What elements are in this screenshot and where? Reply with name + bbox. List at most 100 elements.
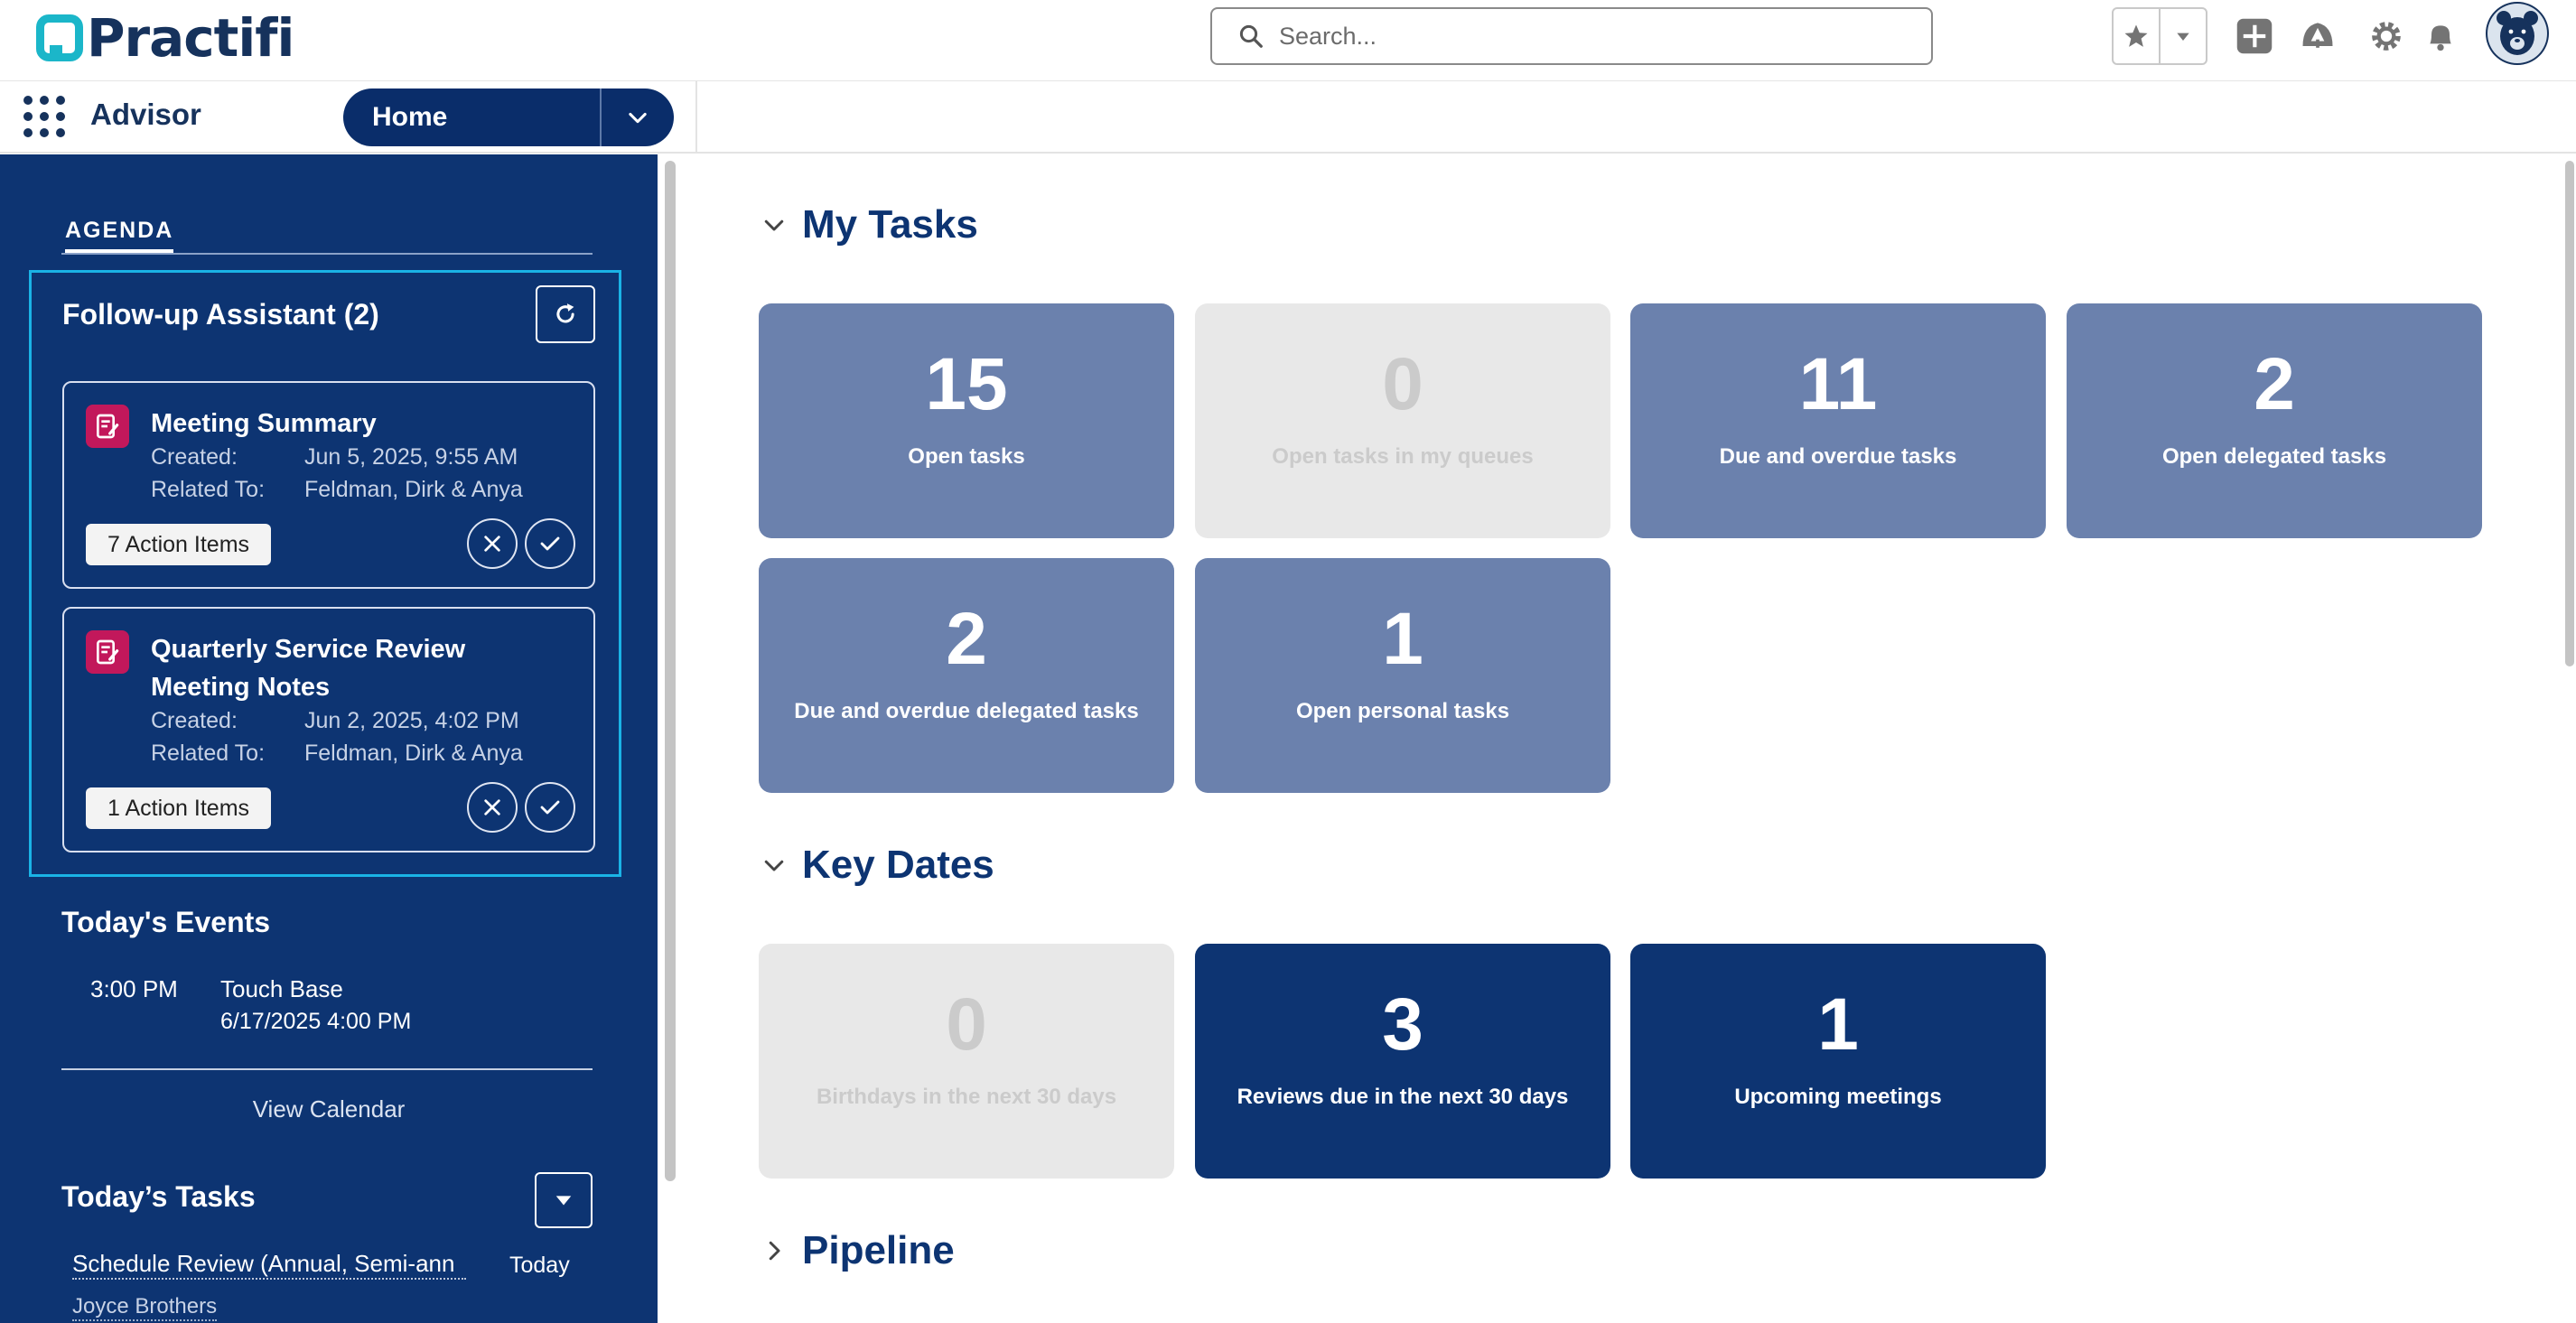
tile-value: 1 [1382,598,1423,680]
close-icon [484,536,500,552]
bell-icon [2430,25,2451,51]
tile-due-overdue-delegated[interactable]: 2 Due and overdue delegated tasks [759,558,1174,793]
action-items-button[interactable]: 7 Action Items [86,524,272,565]
global-create-button[interactable] [2235,16,2274,56]
gear-icon [2372,22,2401,51]
checkmark-icon [540,536,560,551]
nav-divider [695,81,697,154]
view-calendar-link[interactable]: View Calendar [0,1095,658,1123]
search-input[interactable] [1279,22,1911,51]
main-scrollbar[interactable] [2565,161,2574,666]
close-icon [484,799,500,815]
pipeline-title: Pipeline [802,1228,955,1272]
trailhead-icon [2302,23,2333,48]
tile-label: Open personal tasks [1295,699,1510,723]
dismiss-button[interactable] [467,782,518,833]
meeting-note-icon [86,405,129,448]
meeting-note-icon [86,630,129,674]
related-row: Related To: Feldman, Dirk & Anya [151,477,523,503]
created-value: Jun 2, 2025, 4:02 PM [304,708,519,733]
events-divider [61,1068,593,1070]
created-value: Jun 5, 2025, 9:55 AM [304,444,518,470]
follow-up-assistant-title: Follow-up Assistant (2) [62,298,379,331]
tile-label: Due and overdue tasks [1719,444,1957,469]
task-link[interactable]: Schedule Review (Annual, Semi-ann [72,1250,466,1280]
follow-up-card[interactable]: Meeting Summary Created: Jun 5, 2025, 9:5… [62,381,595,589]
card-title[interactable]: Quarterly Service Review Meeting Notes [151,630,566,706]
tile-label: Upcoming meetings [1734,1085,1942,1109]
tile-label: Open tasks [908,444,1025,469]
caret-down-icon [555,1196,572,1206]
tile-label: Due and overdue delegated tasks [794,699,1139,723]
related-row: Related To: Feldman, Dirk & Anya [151,741,523,767]
tile-open-tasks[interactable]: 15 Open tasks [759,303,1174,538]
nav-menu-button[interactable] [600,89,674,146]
event-time: 3:00 PM [90,975,178,1002]
created-row: Created: Jun 2, 2025, 4:02 PM [151,708,519,734]
dismiss-button[interactable] [467,518,518,569]
favorites-star-button[interactable] [2114,9,2159,63]
tile-label: Reviews due in the next 30 days [1237,1085,1569,1109]
tile-due-overdue-tasks[interactable]: 11 Due and overdue tasks [1630,303,2046,538]
tile-open-tasks-queues[interactable]: 0 Open tasks in my queues [1195,303,1610,538]
chevron-right-icon [757,1234,791,1268]
practifi-logo[interactable]: Practifi [36,7,294,69]
tile-value: 11 [1798,343,1878,425]
notifications-button[interactable] [2421,16,2460,56]
tile-open-delegated-tasks[interactable]: 2 Open delegated tasks [2067,303,2482,538]
checkmark-icon [540,800,560,815]
follow-up-assistant-panel: Follow-up Assistant (2) Meeting Summary … [29,270,621,877]
caret-down-icon [2177,33,2189,41]
tab-agenda[interactable]: AGENDA [65,218,174,254]
todays-tasks-title: Today’s Tasks [61,1180,256,1213]
global-header: Practifi [0,0,2576,81]
key-dates-title: Key Dates [802,843,994,887]
tile-value: 2 [946,598,987,680]
action-items-button[interactable]: 1 Action Items [86,787,272,829]
agenda-sidebar: AGENDA Follow-up Assistant (2) Meeting S… [0,154,658,1323]
my-tasks-section-header[interactable]: My Tasks [757,202,978,247]
chevron-down-icon [757,208,791,242]
app-name: Advisor [90,98,201,131]
logo-text: Practifi [87,7,294,69]
setup-button[interactable] [2366,16,2406,56]
tile-value: 1 [1817,983,1859,1066]
global-search[interactable] [1210,7,1933,65]
created-label: Created: [151,444,238,470]
tile-open-personal-tasks[interactable]: 1 Open personal tasks [1195,558,1610,793]
tasks-filter-dropdown[interactable] [535,1172,593,1228]
card-title[interactable]: Meeting Summary [151,405,566,443]
favorites-menu-button[interactable] [2159,9,2206,63]
task-contact-link[interactable]: Joyce Brothers [72,1294,218,1321]
accept-button[interactable] [525,518,575,569]
plus-icon [2236,18,2273,54]
event-end-datetime: 6/17/2025 4:00 PM [220,1009,412,1034]
logo-mark-icon [36,14,83,61]
bear-avatar-icon [2487,4,2547,63]
user-avatar[interactable] [2486,2,2549,65]
app-launcher-icon[interactable] [23,96,65,137]
tile-upcoming-meetings[interactable]: 1 Upcoming meetings [1630,944,2046,1179]
nav-tab-home[interactable]: Home [343,89,674,146]
refresh-button[interactable] [536,285,595,343]
tile-value: 0 [946,983,987,1066]
trailhead-button[interactable] [2298,16,2338,56]
tile-birthdays[interactable]: 0 Birthdays in the next 30 days [759,944,1174,1179]
created-row: Created: Jun 5, 2025, 9:55 AM [151,444,518,471]
nav-tab-home-label: Home [372,102,448,132]
refresh-icon [556,303,574,323]
related-label: Related To: [151,741,266,766]
tile-reviews-due[interactable]: 3 Reviews due in the next 30 days [1195,944,1610,1179]
favorites-group [2112,7,2207,65]
event-name[interactable]: Touch Base [220,975,343,1003]
chevron-down-icon [757,848,791,882]
tile-label: Open delegated tasks [2161,444,2387,469]
star-icon [2124,24,2148,47]
sidebar-scrollbar[interactable] [665,161,676,1181]
related-label: Related To: [151,477,266,502]
key-dates-section-header[interactable]: Key Dates [757,843,994,888]
search-icon [1239,24,1263,48]
accept-button[interactable] [525,782,575,833]
pipeline-section-header[interactable]: Pipeline [757,1228,955,1273]
follow-up-card[interactable]: Quarterly Service Review Meeting Notes C… [62,607,595,852]
